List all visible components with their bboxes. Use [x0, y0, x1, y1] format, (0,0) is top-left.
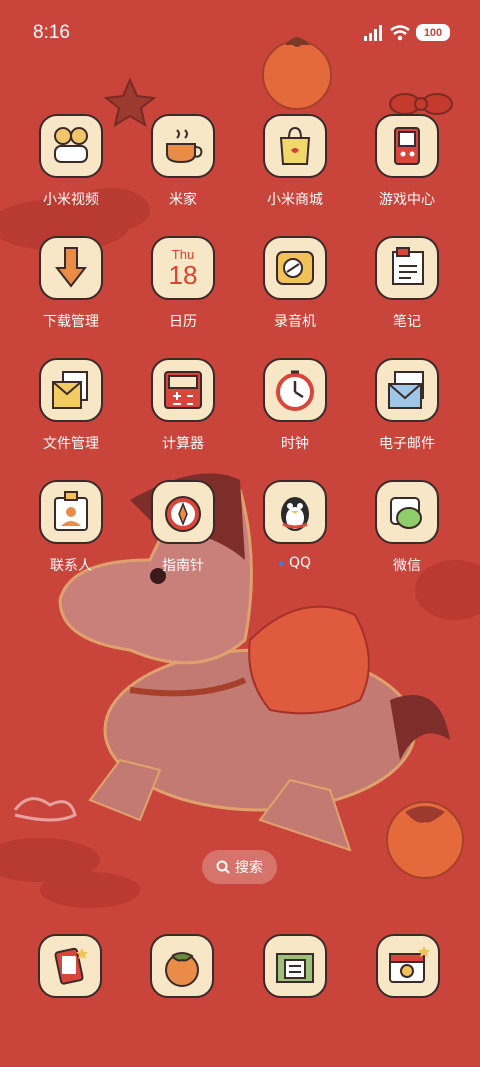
app-wechat[interactable]: 微信	[351, 480, 463, 575]
clock-icon	[276, 370, 314, 411]
search-button[interactable]: 搜索	[202, 850, 277, 884]
app-label: 联系人	[50, 558, 92, 574]
app-label: 录音机	[274, 314, 316, 330]
download-arrow-icon	[54, 247, 88, 288]
app-compass[interactable]: 指南针	[127, 480, 239, 575]
app-file-manager[interactable]: 文件管理	[15, 358, 127, 453]
qq-penguin-icon	[281, 497, 309, 531]
notes-icon	[392, 247, 424, 285]
phone-icon	[54, 947, 88, 985]
app-label: 笔记	[393, 314, 421, 330]
status-icons: 100	[364, 24, 450, 41]
app-label: QQ	[278, 555, 311, 571]
folder-icon	[52, 371, 88, 409]
dock-phone[interactable]	[38, 934, 102, 998]
mail-icon	[388, 371, 424, 409]
persimmon-icon	[165, 952, 199, 987]
status-bar: 8:16 100	[0, 0, 480, 68]
signal-icon	[364, 24, 382, 41]
shopping-bag-icon	[279, 126, 311, 165]
wifi-icon	[390, 24, 410, 40]
app-notes[interactable]: 笔记	[351, 236, 463, 331]
video-icon	[54, 127, 88, 163]
dock-messages[interactable]	[263, 934, 327, 998]
status-time: 8:16	[33, 22, 70, 43]
app-downloads[interactable]: 下载管理	[15, 236, 127, 331]
app-calculator[interactable]: 计算器	[127, 358, 239, 453]
new-badge-dot	[278, 560, 284, 566]
app-label: 小米视频	[43, 192, 99, 208]
calendar-date: 18	[168, 259, 198, 290]
dock-camera[interactable]	[376, 934, 440, 998]
tea-cup-icon	[166, 129, 203, 164]
app-label: 米家	[169, 192, 197, 208]
app-mijia[interactable]: 米家	[127, 114, 239, 209]
app-clock[interactable]: 时钟	[239, 358, 351, 453]
recorder-icon	[276, 251, 314, 285]
compass-icon	[165, 496, 201, 532]
app-contacts[interactable]: 联系人	[15, 480, 127, 575]
app-xiaomi-store[interactable]: 小米商城	[239, 114, 351, 209]
app-label: 下载管理	[43, 314, 99, 330]
calculator-icon	[164, 371, 202, 409]
game-console-icon	[394, 127, 420, 165]
app-email[interactable]: 电子邮件	[351, 358, 463, 453]
app-recorder[interactable]: 录音机	[239, 236, 351, 331]
calendar-day: Thu	[171, 246, 195, 262]
contacts-icon	[54, 491, 88, 531]
app-xiaomi-video[interactable]: 小米视频	[15, 114, 127, 209]
app-game-center[interactable]: 游戏中心	[351, 114, 463, 209]
app-label: 时钟	[281, 436, 309, 452]
app-calendar[interactable]: Thu 18 日历	[127, 236, 239, 331]
wechat-icon	[390, 497, 422, 529]
app-qq[interactable]: QQ	[239, 480, 351, 571]
app-label: 微信	[393, 558, 421, 574]
search-icon	[216, 860, 230, 874]
dock-persimmon-app[interactable]	[150, 934, 214, 998]
messages-icon	[276, 953, 314, 983]
camera-icon	[389, 946, 430, 983]
battery-indicator: 100	[416, 24, 450, 41]
app-label: 文件管理	[43, 436, 99, 452]
app-label: 日历	[169, 314, 197, 330]
app-label: 小米商城	[267, 192, 323, 208]
app-label: 电子邮件	[379, 436, 435, 452]
app-label: 指南针	[162, 558, 204, 574]
app-label: 计算器	[162, 436, 204, 452]
app-label: 游戏中心	[379, 192, 435, 208]
search-label: 搜索	[235, 860, 263, 876]
